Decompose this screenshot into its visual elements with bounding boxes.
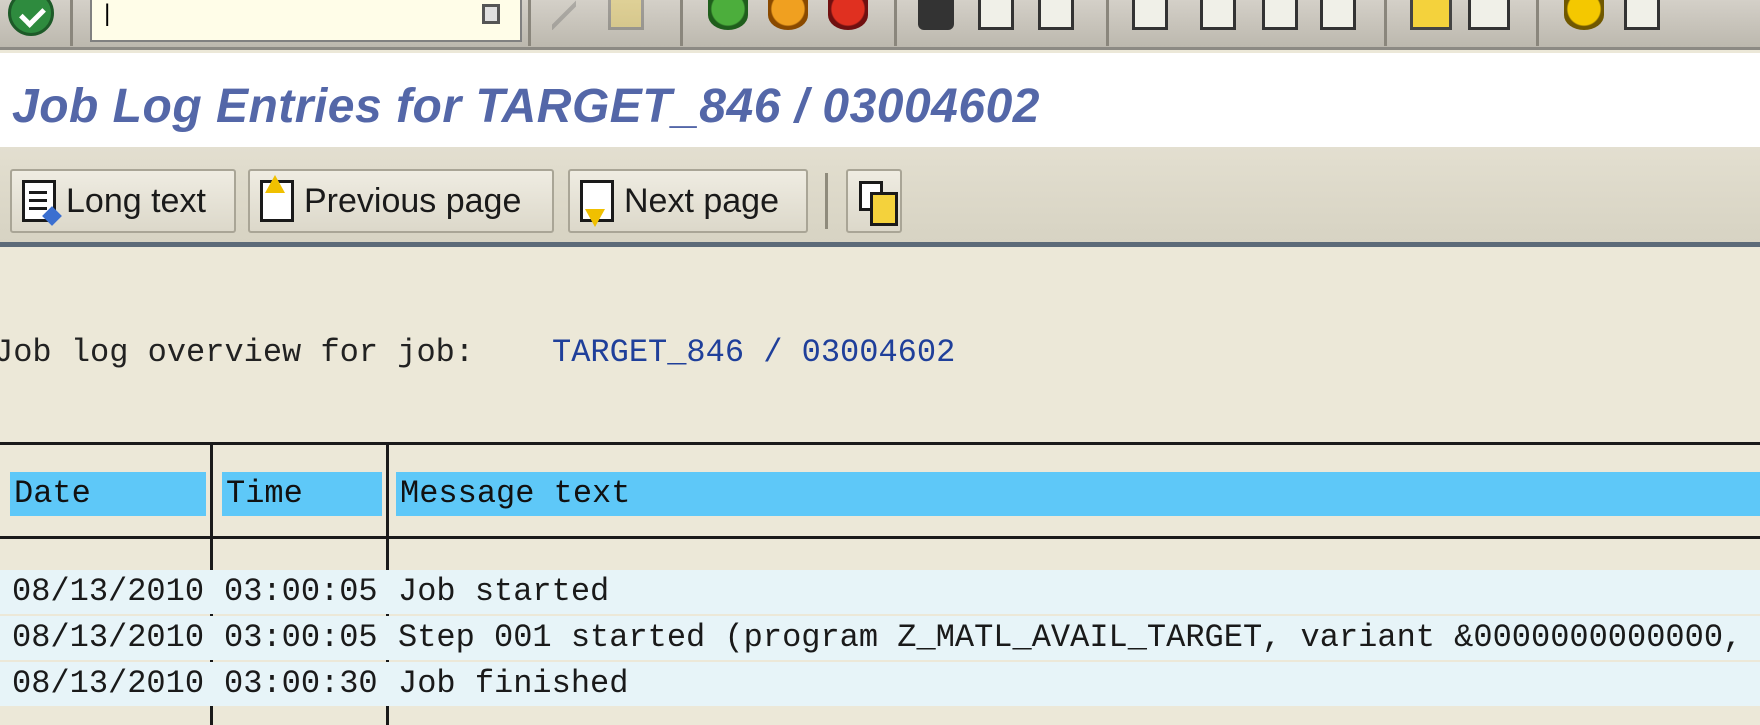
previous-page-icon[interactable] — [1200, 0, 1236, 30]
job-log-table: Date Time Message text 08/13/2010 03:00:… — [0, 442, 1760, 725]
cell-date: 08/13/2010 — [12, 619, 205, 656]
column-header-date[interactable]: Date — [10, 472, 206, 516]
overview-job-name: TARGET_846 / 03004602 — [552, 334, 956, 371]
next-page-label: Next page — [624, 181, 779, 220]
help-icon[interactable] — [1564, 0, 1604, 30]
cell-time: 03:00:05 — [224, 573, 378, 610]
toolbar-separator — [825, 173, 828, 229]
find-next-icon[interactable] — [1038, 0, 1074, 30]
save-icon[interactable] — [608, 0, 644, 30]
toolbar-separator — [70, 0, 73, 46]
cell-message: Step 001 started (program Z_MATL_AVAIL_T… — [398, 619, 1760, 656]
table-row[interactable]: 08/13/2010 03:00:30 Job finished — [0, 662, 1760, 706]
cancel-icon[interactable] — [828, 0, 868, 30]
create-session-icon[interactable] — [1410, 0, 1452, 30]
copy-icon — [859, 181, 898, 226]
table-row[interactable]: 08/13/2010 03:00:05 Job started — [0, 570, 1760, 614]
overview-label: Job log overview for job: — [0, 334, 475, 371]
cell-message: Job started — [398, 573, 610, 610]
previous-page-label: Previous page — [304, 181, 522, 220]
table-row[interactable]: 08/13/2010 03:00:05 Step 001 started (pr… — [0, 616, 1760, 660]
toolbar-separator — [680, 0, 683, 46]
command-field[interactable]: | — [90, 0, 522, 42]
command-history-icon[interactable] — [482, 4, 500, 24]
cell-message: Job finished — [398, 665, 629, 702]
first-page-icon[interactable] — [1132, 0, 1168, 30]
title-bar: Job Log Entries for TARGET_846 / 0300460… — [0, 53, 1760, 147]
page-down-icon — [580, 180, 614, 227]
previous-page-button[interactable]: Previous page — [248, 169, 554, 233]
exit-icon[interactable] — [768, 0, 808, 30]
column-header-time[interactable]: Time — [222, 472, 382, 516]
cell-date: 08/13/2010 — [12, 573, 205, 610]
long-text-label: Long text — [66, 181, 206, 220]
page-title: Job Log Entries for TARGET_846 / 0300460… — [12, 80, 1040, 133]
table-border — [0, 442, 1760, 445]
next-page-button[interactable]: Next page — [568, 169, 808, 233]
cell-time: 03:00:05 — [224, 619, 378, 656]
long-text-button[interactable]: Long text — [10, 169, 236, 233]
header-separator — [0, 536, 1760, 539]
column-header-message[interactable]: Message text — [396, 472, 1760, 516]
shortcut-icon[interactable] — [1468, 0, 1510, 30]
find-icon[interactable] — [978, 0, 1014, 30]
toolbar-separator — [1536, 0, 1539, 46]
document-edit-icon — [22, 180, 56, 222]
next-page-icon[interactable] — [1262, 0, 1298, 30]
toolbar-separator — [894, 0, 897, 46]
last-page-icon[interactable] — [1320, 0, 1356, 30]
toolbar-separator — [528, 0, 531, 46]
job-log-content: Job log overview for job: TARGET_846 / 0… — [0, 252, 1760, 725]
cell-date: 08/13/2010 — [12, 665, 205, 702]
print-icon[interactable] — [918, 0, 954, 30]
enter-icon[interactable] — [8, 0, 54, 36]
cell-time: 03:00:30 — [224, 665, 378, 702]
back-green-icon[interactable] — [708, 0, 748, 30]
copy-button[interactable] — [846, 169, 902, 233]
layout-menu-icon[interactable] — [1624, 0, 1660, 30]
page-up-icon — [260, 175, 294, 222]
back-icon[interactable] — [552, 0, 576, 30]
application-toolbar: Long text Previous page Next page — [0, 147, 1760, 247]
system-toolbar: | — [0, 0, 1760, 50]
toolbar-separator — [1106, 0, 1109, 46]
toolbar-separator — [1384, 0, 1387, 46]
